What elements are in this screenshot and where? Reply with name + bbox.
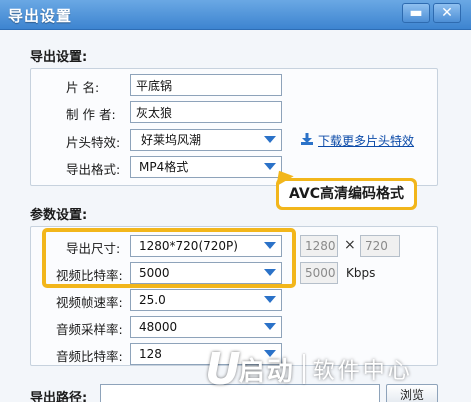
export-size-label: 导出尺寸: bbox=[66, 241, 121, 256]
close-button[interactable]: ✕ bbox=[433, 3, 461, 23]
download-icon[interactable] bbox=[300, 132, 314, 146]
export-size-select[interactable]: 1280*720(720P) bbox=[130, 235, 282, 257]
chevron-down-icon bbox=[264, 296, 276, 303]
times-symbol: × bbox=[344, 237, 356, 253]
name-input[interactable] bbox=[130, 74, 282, 96]
minimize-button[interactable]: ▬ bbox=[402, 3, 430, 23]
output-path-label: 导出路径: bbox=[30, 391, 88, 402]
height-field[interactable]: 720 bbox=[360, 235, 400, 257]
chevron-down-icon bbox=[264, 242, 276, 249]
watermark: U 启动 软件中心 bbox=[205, 342, 467, 396]
callout-text: AVC高清编码格式 bbox=[279, 181, 414, 207]
audio-samplerate-value: 48000 bbox=[139, 320, 178, 334]
width-field[interactable]: 1280 bbox=[300, 235, 338, 257]
video-bitrate-value: 5000 bbox=[139, 266, 170, 280]
chevron-down-icon bbox=[264, 163, 276, 170]
audio-bitrate-value: 128 bbox=[139, 347, 162, 361]
chevron-down-icon bbox=[264, 323, 276, 330]
dialog-content: 导出设置: 片 名: 制 作 者: 片头特效: 好莱坞风潮 下载更多片头特效 导… bbox=[0, 30, 471, 402]
author-input[interactable] bbox=[130, 101, 282, 123]
intro-effect-value: 好莱坞风潮 bbox=[141, 133, 202, 147]
video-fps-select[interactable]: 25.0 bbox=[130, 289, 282, 311]
export-size-value: 1280*720(720P) bbox=[139, 239, 238, 253]
watermark-divider bbox=[302, 354, 305, 384]
format-callout: AVC高清编码格式 bbox=[276, 178, 417, 210]
title-bar: 导出设置 ▬ ✕ bbox=[0, 0, 471, 30]
window-title: 导出设置 bbox=[8, 7, 73, 25]
intro-effect-label: 片头特效: bbox=[66, 135, 121, 150]
export-format-value: MP4格式 bbox=[139, 160, 189, 174]
export-settings-title: 导出设置: bbox=[30, 50, 88, 65]
watermark-logo: U bbox=[205, 343, 241, 395]
chevron-down-icon bbox=[264, 136, 276, 143]
bitrate-unit: Kbps bbox=[346, 266, 376, 280]
video-bitrate-field[interactable]: 5000 bbox=[300, 262, 338, 284]
chevron-down-icon bbox=[264, 269, 276, 276]
audio-samplerate-label: 音频采样率: bbox=[56, 322, 123, 337]
name-label: 片 名: bbox=[66, 80, 100, 95]
export-format-select[interactable]: MP4格式 bbox=[130, 156, 282, 178]
video-fps-value: 25.0 bbox=[139, 293, 166, 307]
video-bitrate-select[interactable]: 5000 bbox=[130, 262, 282, 284]
download-more-intro-link[interactable]: 下载更多片头特效 bbox=[318, 132, 414, 149]
watermark-brand: 启动 bbox=[238, 356, 295, 387]
video-fps-label: 视频帧速率: bbox=[56, 295, 123, 310]
audio-samplerate-select[interactable]: 48000 bbox=[130, 316, 282, 338]
audio-bitrate-label: 音频比特率: bbox=[56, 349, 123, 364]
export-format-label: 导出格式: bbox=[66, 162, 121, 177]
video-bitrate-label: 视频比特率: bbox=[56, 268, 123, 283]
params-title: 参数设置: bbox=[30, 208, 88, 223]
author-label: 制 作 者: bbox=[66, 107, 116, 122]
watermark-subtitle: 软件中心 bbox=[312, 359, 413, 384]
intro-effect-select[interactable]: 好莱坞风潮 bbox=[130, 129, 282, 151]
